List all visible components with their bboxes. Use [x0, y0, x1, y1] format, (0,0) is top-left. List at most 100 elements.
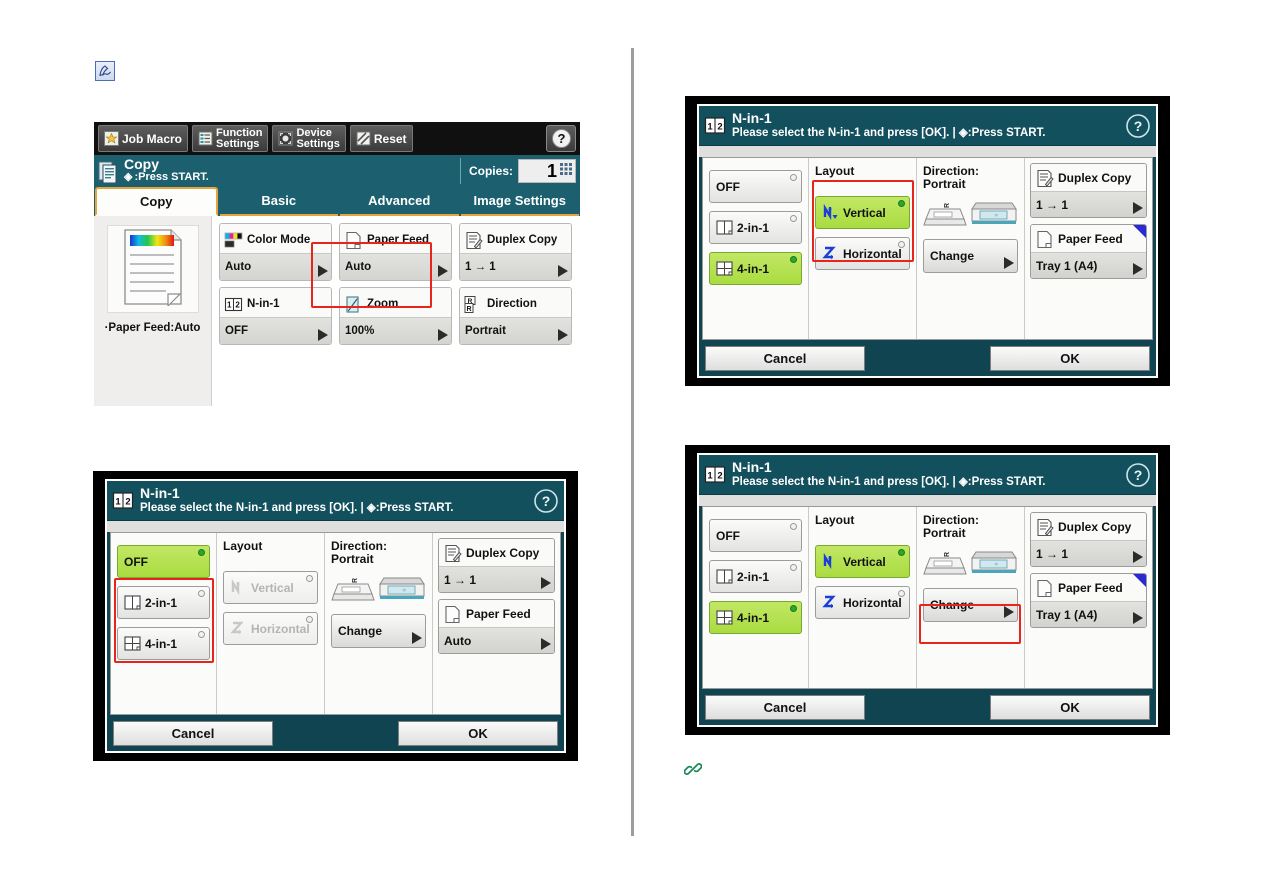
- chevron-right-icon: [318, 329, 328, 341]
- cancel-button[interactable]: Cancel: [705, 345, 865, 371]
- job-macro-button[interactable]: Job Macro: [98, 125, 189, 152]
- function-button-paper-feed[interactable]: Paper Feed Auto: [339, 223, 452, 281]
- dialog-content: OFF 2-in-1 4-in-1 Layout Vertical Horizo…: [702, 506, 1153, 689]
- paper-feed-button[interactable]: Paper Feed Tray 1 (A4): [1030, 224, 1147, 279]
- dialog-subbar: [699, 146, 1156, 157]
- dialog-instruction: Please select the N-in-1 and press [OK].…: [140, 501, 454, 514]
- help-question-icon[interactable]: ?: [1125, 462, 1151, 488]
- option-2-in-1[interactable]: 2-in-1: [709, 560, 802, 593]
- option-2-in-1[interactable]: 2-in-1: [709, 211, 802, 244]
- function-button-duplex-copy[interactable]: Duplex Copy 1 → 1: [459, 223, 572, 281]
- tab-advanced[interactable]: Advanced: [340, 187, 459, 216]
- option-2-in-1[interactable]: 2-in-1: [117, 586, 210, 619]
- option-vertical-label: Vertical: [843, 205, 886, 220]
- duplex-copy-value: 1 → 1: [1036, 197, 1069, 212]
- function-button-zoom[interactable]: Zoom 100%: [339, 287, 452, 345]
- layout-heading: Layout: [815, 164, 855, 178]
- corner-marker-icon: [1133, 225, 1146, 238]
- paper-feed-button[interactable]: Paper Feed Auto: [438, 599, 555, 654]
- ok-button[interactable]: OK: [990, 345, 1150, 371]
- paper-feed-button[interactable]: Paper Feed Tray 1 (A4): [1030, 573, 1147, 628]
- help-question-icon[interactable]: ?: [533, 488, 559, 514]
- cancel-button[interactable]: Cancel: [113, 720, 273, 746]
- duplex-copy-button[interactable]: Duplex Copy 1 → 1: [1030, 512, 1147, 567]
- reset-button[interactable]: Reset: [349, 125, 413, 152]
- copy-document-icon: [98, 159, 120, 184]
- option-horizontal[interactable]: Horizontal: [815, 586, 910, 619]
- dialog-subbar: [699, 495, 1156, 506]
- n-in-1-label: N-in-1: [247, 298, 280, 310]
- option-horizontal[interactable]: Horizontal: [815, 237, 910, 270]
- svg-text:?: ?: [1134, 118, 1143, 134]
- function-button-n-in-1[interactable]: 1 2 N-in-1 OFF: [219, 287, 332, 345]
- preview-caption: ·Paper Feed:Auto: [104, 322, 201, 334]
- svg-text:2: 2: [717, 470, 722, 481]
- paper-feed-label: Paper Feed: [367, 234, 429, 246]
- svg-text:1: 1: [707, 121, 713, 132]
- function-settings-button[interactable]: Function Settings: [192, 125, 269, 152]
- option-off-label: OFF: [716, 528, 740, 543]
- status-subtitle-text: :Press START.: [134, 171, 209, 183]
- change-direction-button[interactable]: Change: [331, 614, 426, 648]
- svg-text:1: 1: [227, 300, 232, 309]
- option-4-in-1[interactable]: 4-in-1: [709, 601, 802, 634]
- option-vertical[interactable]: Vertical: [815, 196, 910, 229]
- option-off-label: OFF: [716, 179, 740, 194]
- chevron-right-icon: [558, 265, 568, 277]
- duplex-copy-icon: [464, 231, 483, 250]
- duplex-copy-button[interactable]: Duplex Copy 1 → 1: [1030, 163, 1147, 218]
- svg-text:R: R: [352, 578, 359, 583]
- option-4-in-1[interactable]: 4-in-1: [117, 627, 210, 660]
- 4-in-1-layout-icon: [716, 260, 733, 277]
- option-vertical[interactable]: Vertical: [815, 545, 910, 578]
- duplex-copy-button[interactable]: Duplex Copy 1 → 1: [438, 538, 555, 593]
- change-direction-button[interactable]: Change: [923, 588, 1018, 622]
- radio-indicator: [790, 174, 797, 181]
- function-settings-label-line2: Settings: [216, 137, 260, 150]
- function-button-direction[interactable]: R R Direction Portrait: [459, 287, 572, 345]
- ok-button[interactable]: OK: [990, 694, 1150, 720]
- scanner-illustrations: R ∝: [330, 572, 426, 609]
- help-question-icon[interactable]: ?: [546, 125, 576, 152]
- tab-image-settings[interactable]: Image Settings: [460, 187, 579, 216]
- option-off[interactable]: OFF: [117, 545, 210, 578]
- color-mode-icon: [224, 231, 243, 250]
- copies-field[interactable]: 1: [518, 159, 576, 183]
- option-4-in-1[interactable]: 4-in-1: [709, 252, 802, 285]
- option-2-in-1-label: 2-in-1: [145, 595, 178, 610]
- 2-in-1-layout-icon: [716, 568, 733, 585]
- color-page-preview-icon: [122, 228, 184, 311]
- svg-text:?: ?: [557, 131, 565, 146]
- link-chain-icon: [683, 760, 703, 778]
- option-off[interactable]: OFF: [709, 170, 802, 203]
- cancel-button[interactable]: Cancel: [705, 694, 865, 720]
- page-divider: [631, 48, 634, 836]
- radio-indicator: [898, 590, 905, 597]
- duplex-copy-label: Duplex Copy: [1058, 520, 1132, 534]
- layout-heading: Layout: [815, 513, 855, 527]
- change-direction-button[interactable]: Change: [923, 239, 1018, 273]
- tab-copy[interactable]: Copy: [95, 187, 218, 216]
- option-4-in-1-label: 4-in-1: [737, 261, 770, 276]
- mode-column: OFF 2-in-1 4-in-1: [111, 533, 217, 714]
- change-label: Change: [338, 624, 383, 638]
- option-off[interactable]: OFF: [709, 519, 802, 552]
- 4-in-1-layout-icon: [124, 635, 141, 652]
- help-question-icon[interactable]: ?: [1125, 113, 1151, 139]
- device-settings-button[interactable]: Device Settings: [272, 125, 346, 152]
- direction-heading: Direction: Portrait: [331, 540, 426, 566]
- star-macro-icon: [104, 131, 119, 146]
- tab-basic[interactable]: Basic: [219, 187, 338, 216]
- layout-heading: Layout: [223, 539, 263, 553]
- list-settings-icon: [198, 131, 213, 146]
- svg-text:1: 1: [115, 496, 121, 507]
- n-in-1-dialog-layout-step: 1 2 N-in-1 Please select the N-in-1 and …: [685, 96, 1170, 386]
- function-button-color-mode[interactable]: Color Mode Auto: [219, 223, 332, 281]
- chevron-right-icon: [438, 329, 448, 341]
- svg-text:1: 1: [707, 470, 713, 481]
- flatbed-scanner-icon: ∝: [970, 546, 1020, 583]
- paper-feed-label: Paper Feed: [1058, 581, 1123, 595]
- dialog-header: 1 2 N-in-1 Please select the N-in-1 and …: [699, 455, 1156, 495]
- n-in-1-value: OFF: [225, 325, 248, 337]
- ok-button[interactable]: OK: [398, 720, 558, 746]
